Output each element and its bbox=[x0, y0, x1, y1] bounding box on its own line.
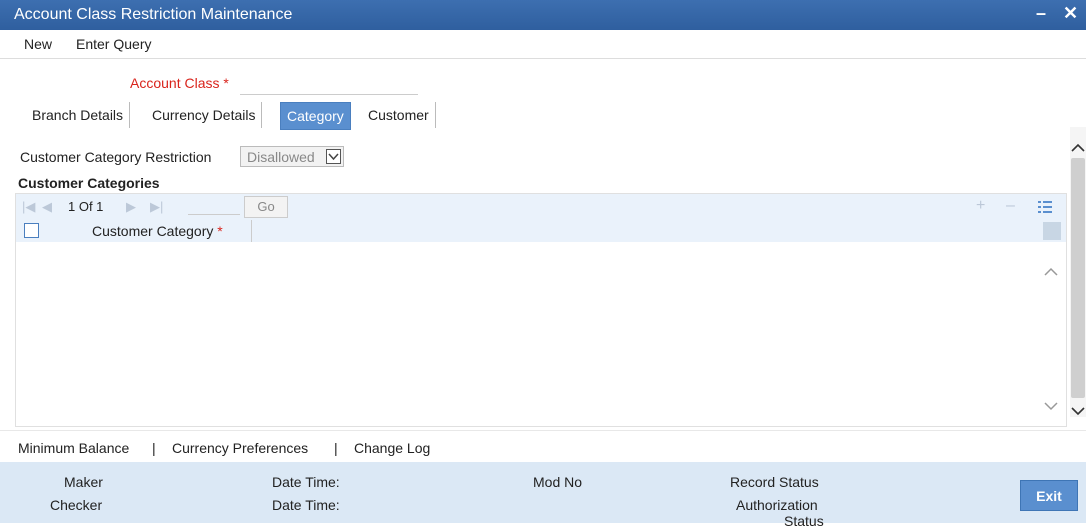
authorization-status-label-cont: Status bbox=[784, 513, 824, 529]
page-number-input[interactable] bbox=[188, 200, 240, 215]
account-class-label: Account Class * bbox=[130, 75, 229, 91]
tab-branch-details[interactable]: Branch Details bbox=[26, 102, 131, 128]
customer-categories-grid: |◀ ◀ 1 Of 1 ▶ ▶| Go + – Customer Categor… bbox=[15, 193, 1067, 427]
menu-enter-query[interactable]: Enter Query bbox=[76, 36, 151, 52]
select-all-checkbox[interactable] bbox=[24, 223, 39, 238]
customer-category-restriction-select[interactable]: Disallowed bbox=[240, 146, 344, 167]
tab-category[interactable]: Category bbox=[280, 102, 351, 130]
grid-pager: |◀ ◀ 1 Of 1 ▶ ▶| Go + – bbox=[16, 194, 1066, 220]
audit-status-bar: Maker Checker Date Time: Date Time: Mod … bbox=[0, 462, 1086, 529]
tab-customer[interactable]: Customer bbox=[362, 102, 436, 128]
footer-links-bar: Minimum Balance | Currency Preferences |… bbox=[0, 430, 1086, 463]
menu-new[interactable]: New bbox=[24, 36, 52, 52]
chevron-down-icon[interactable] bbox=[326, 149, 341, 164]
menu-bar: New Enter Query bbox=[0, 30, 1086, 59]
page-indicator: 1 Of 1 bbox=[68, 199, 104, 214]
link-minimum-balance[interactable]: Minimum Balance bbox=[18, 440, 129, 456]
maker-date-time-label: Date Time: bbox=[272, 474, 340, 490]
footer-separator: | bbox=[152, 440, 156, 456]
authorization-status-label: Authorization bbox=[736, 497, 818, 513]
customer-categories-title: Customer Categories bbox=[18, 175, 160, 191]
checker-label: Checker bbox=[50, 497, 103, 513]
next-page-icon[interactable]: ▶ bbox=[126, 199, 136, 215]
customer-category-restriction-label: Customer Category Restriction bbox=[20, 149, 212, 165]
tab-currency-details[interactable]: Currency Details bbox=[146, 102, 263, 128]
restriction-value: Disallowed bbox=[247, 149, 315, 165]
close-icon[interactable]: ✕ bbox=[1063, 3, 1078, 24]
customer-category-column-header: Customer Category * bbox=[52, 220, 252, 242]
prev-page-icon[interactable]: ◀ bbox=[42, 199, 52, 215]
mod-no-label: Mod No bbox=[533, 474, 583, 490]
first-page-icon[interactable]: |◀ bbox=[22, 199, 35, 215]
grid-header-row: Customer Category * bbox=[16, 220, 1066, 242]
window-title-bar: Account Class Restriction Maintenance – … bbox=[0, 0, 1086, 30]
add-row-icon[interactable]: + bbox=[976, 197, 985, 215]
grid-scroll-down-icon[interactable] bbox=[1044, 398, 1058, 414]
maker-label: Maker bbox=[64, 474, 103, 490]
go-button[interactable]: Go bbox=[244, 196, 288, 218]
minimize-icon[interactable]: – bbox=[1036, 3, 1046, 24]
account-class-input[interactable] bbox=[240, 72, 418, 95]
page-scroll-up-icon[interactable] bbox=[1071, 140, 1085, 156]
page-scroll-down-icon[interactable] bbox=[1071, 403, 1085, 419]
footer-separator: | bbox=[334, 440, 338, 456]
window-title: Account Class Restriction Maintenance bbox=[14, 6, 293, 23]
link-currency-preferences[interactable]: Currency Preferences bbox=[172, 440, 308, 456]
checker-date-time-label: Date Time: bbox=[272, 497, 340, 513]
grid-scroll-corner bbox=[1043, 222, 1061, 240]
last-page-icon[interactable]: ▶| bbox=[150, 199, 163, 215]
page-scrollbar-thumb[interactable] bbox=[1071, 158, 1085, 398]
record-status-label: Record Status bbox=[730, 474, 819, 490]
list-view-icon[interactable] bbox=[1038, 200, 1052, 216]
exit-button[interactable]: Exit bbox=[1020, 480, 1078, 511]
link-change-log[interactable]: Change Log bbox=[354, 440, 430, 456]
delete-row-icon[interactable]: – bbox=[1006, 197, 1015, 215]
grid-scroll-up-icon[interactable] bbox=[1044, 264, 1058, 280]
